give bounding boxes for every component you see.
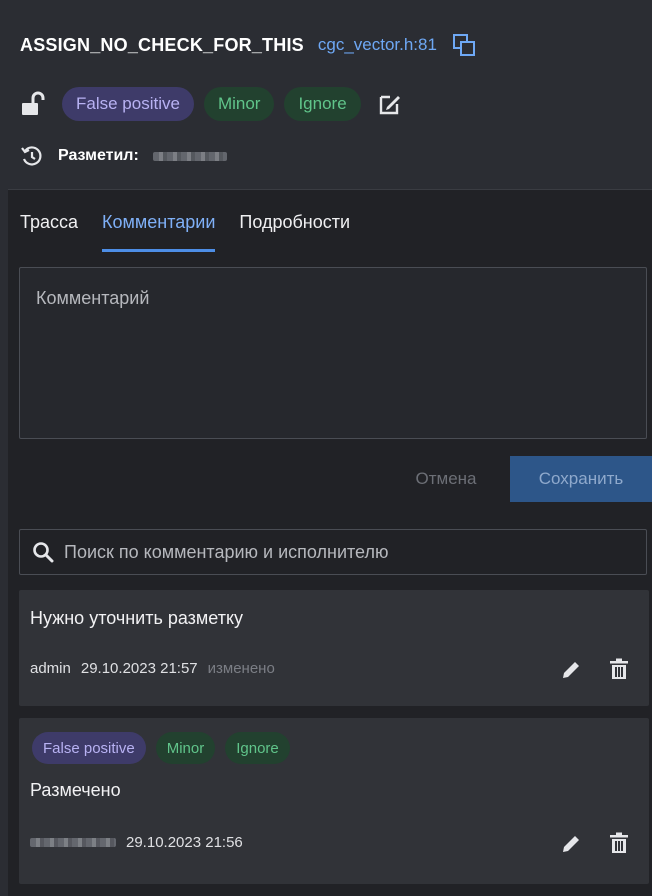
comment-date: 29.10.2023 21:57 bbox=[80, 660, 198, 677]
comment-meta: admin 29.10.2023 21:57 изменено bbox=[30, 660, 275, 677]
tab-trace[interactable]: Трасса bbox=[20, 212, 78, 252]
cancel-button[interactable]: Отмена bbox=[396, 456, 496, 502]
title-row: ASSIGN_NO_CHECK_FOR_THIS cgc_vector.h:81 bbox=[20, 30, 477, 60]
comment-date: 29.10.2023 21:56 bbox=[126, 834, 243, 851]
tab-comments[interactable]: Комментарии bbox=[102, 212, 216, 252]
tab-details[interactable]: Подробности bbox=[239, 212, 350, 252]
author-row: Разметил: bbox=[20, 142, 227, 170]
file-link[interactable]: cgc_vector.h:81 bbox=[318, 35, 437, 55]
badge-false-positive: False positive bbox=[32, 732, 146, 764]
comment-input[interactable] bbox=[20, 268, 646, 438]
save-button[interactable]: Сохранить bbox=[510, 456, 652, 502]
unlock-icon[interactable] bbox=[18, 90, 46, 118]
badge-ignore: Ignore bbox=[284, 87, 361, 121]
edit-square-icon[interactable] bbox=[377, 91, 403, 117]
author-label: Разметил: bbox=[58, 147, 139, 164]
search-input[interactable] bbox=[62, 540, 646, 564]
trash-icon[interactable] bbox=[607, 831, 631, 855]
tab-bar: Трасса Комментарии Подробности bbox=[20, 212, 350, 252]
comments-panel: Трасса Комментарии Подробности Отмена Со… bbox=[8, 189, 652, 896]
badge-false-positive: False positive bbox=[62, 87, 194, 121]
badge-minor: Minor bbox=[203, 87, 275, 121]
author-name-redacted bbox=[152, 151, 227, 161]
comment-text: Нужно уточнить разметку bbox=[30, 608, 244, 628]
pencil-icon[interactable] bbox=[559, 832, 583, 856]
pencil-icon[interactable] bbox=[559, 658, 583, 682]
copy-icon[interactable] bbox=[451, 32, 477, 58]
comment-input-box bbox=[19, 267, 647, 439]
issue-header: ASSIGN_NO_CHECK_FOR_THIS cgc_vector.h:81… bbox=[0, 0, 652, 189]
comment-user-redacted bbox=[30, 838, 116, 847]
badge-ignore: Ignore bbox=[225, 732, 290, 764]
comment-actions: Отмена Сохранить bbox=[8, 456, 652, 502]
trash-icon[interactable] bbox=[607, 657, 631, 681]
comment-badges: False positive Minor Ignore bbox=[32, 732, 290, 764]
comment-user: admin bbox=[30, 660, 71, 677]
status-row: False positive Minor Ignore bbox=[18, 86, 403, 122]
history-icon bbox=[20, 144, 44, 168]
comment-edited-label: изменено bbox=[207, 660, 275, 677]
comment-meta: 29.10.2023 21:56 bbox=[30, 834, 243, 851]
search-box bbox=[19, 529, 647, 575]
issue-title: ASSIGN_NO_CHECK_FOR_THIS bbox=[20, 34, 304, 55]
comment-text: Размечено bbox=[30, 780, 121, 800]
badge-minor: Minor bbox=[155, 732, 216, 764]
comment-card: False positive Minor Ignore Размечено 29… bbox=[19, 718, 649, 884]
search-icon bbox=[32, 541, 54, 563]
comment-card: Нужно уточнить разметку admin 29.10.2023… bbox=[19, 590, 649, 706]
